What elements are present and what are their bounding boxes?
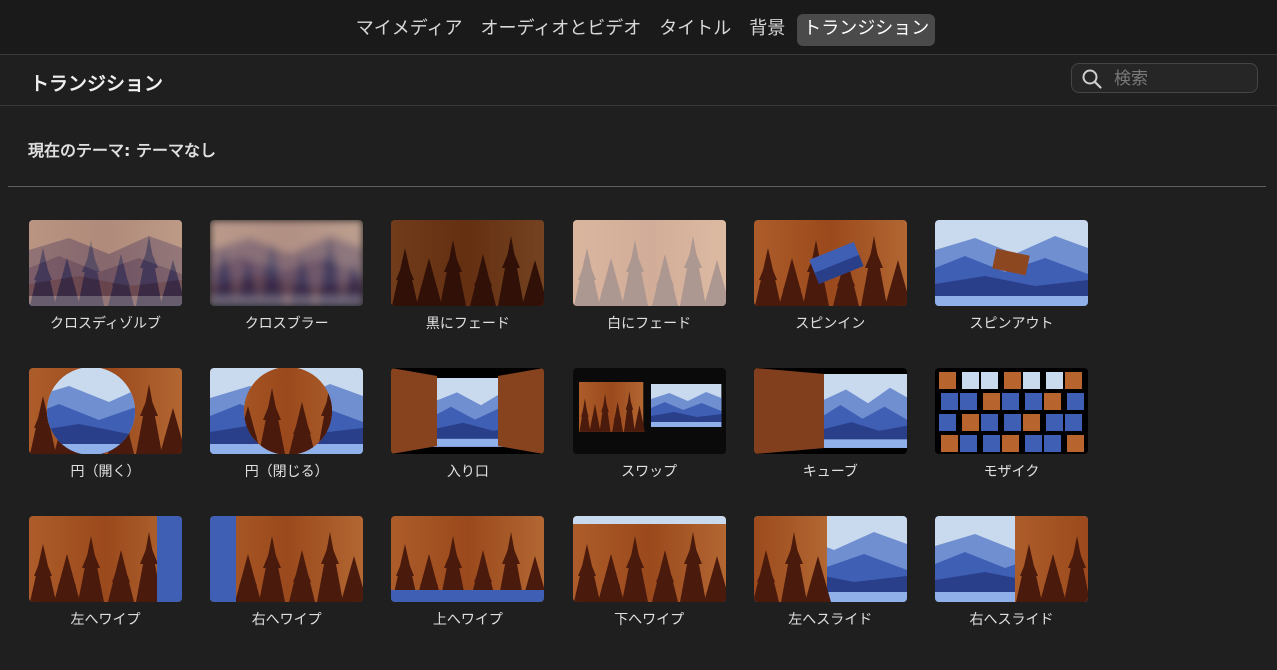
transition-label: スピンアウト	[969, 316, 1054, 332]
transition-item[interactable]: 黒にフェード	[391, 220, 545, 340]
page-title: トランジション	[30, 73, 164, 95]
search-icon	[1082, 69, 1102, 89]
transition-label: 左へスライド	[788, 612, 873, 628]
transition-label: 右へワイプ	[251, 612, 322, 628]
transition-thumbnail[interactable]	[391, 368, 545, 454]
transition-label: クロスブラー	[244, 316, 329, 332]
transition-item[interactable]: クロスブラー	[210, 220, 364, 340]
transition-label: スピンイン	[795, 316, 866, 332]
transition-thumbnail[interactable]	[753, 368, 907, 454]
transition-item[interactable]: 左へスライド	[753, 516, 907, 636]
search-input[interactable]	[1112, 66, 1256, 92]
transition-item[interactable]: 上へワイプ	[391, 516, 545, 636]
browser-tabs: マイメディア オーディオとビデオ タイトル 背景 トランジション	[0, 14, 1277, 46]
tab-transitions[interactable]: トランジション	[797, 14, 936, 46]
transition-thumbnail[interactable]	[935, 516, 1088, 602]
browser-header: トランジション	[0, 55, 1277, 106]
transition-label: モザイク	[983, 464, 1040, 480]
top-toolbar: マイメディア オーディオとビデオ タイトル 背景 トランジション	[0, 0, 1277, 55]
tab-audio-video[interactable]: オーディオとビデオ	[475, 14, 648, 46]
search-field[interactable]	[1071, 63, 1258, 93]
transition-item[interactable]: 右へワイプ	[210, 516, 364, 636]
transition-item[interactable]: スピンアウト	[935, 220, 1088, 340]
transition-thumbnail[interactable]	[29, 516, 182, 602]
transition-item[interactable]: スピンイン	[753, 220, 907, 340]
transition-thumbnail[interactable]	[935, 220, 1088, 306]
transition-item[interactable]: クロスディゾルブ	[29, 220, 182, 340]
transition-item[interactable]: 円（開く）	[29, 368, 182, 488]
transition-item[interactable]: 円（閉じる）	[210, 368, 364, 488]
transition-item[interactable]: 下へワイプ	[572, 516, 726, 636]
transition-label: 入り口	[446, 464, 489, 480]
transition-item[interactable]: スワップ	[572, 368, 726, 488]
transition-thumbnail[interactable]	[29, 220, 182, 306]
transition-item[interactable]: モザイク	[935, 368, 1088, 488]
transition-item[interactable]: 左へワイプ	[29, 516, 182, 636]
transition-item[interactable]: キューブ	[753, 368, 907, 488]
transition-thumbnail[interactable]	[935, 368, 1088, 454]
transition-thumbnail[interactable]	[753, 220, 907, 306]
transition-label: 黒にフェード	[425, 316, 510, 332]
divider	[8, 186, 1266, 187]
current-theme-label: 現在のテーマ: テーマなし	[28, 141, 216, 160]
transition-thumbnail[interactable]	[29, 368, 182, 454]
transition-thumbnail[interactable]	[210, 368, 364, 454]
transition-label: 下へワイプ	[614, 612, 685, 628]
tab-titles[interactable]: タイトル	[653, 14, 737, 46]
transition-thumbnail[interactable]	[572, 220, 726, 306]
transition-label: 上へワイプ	[432, 612, 503, 628]
transition-thumbnail[interactable]	[391, 220, 545, 306]
transition-thumbnail[interactable]	[753, 516, 907, 602]
transition-thumbnail[interactable]	[572, 516, 726, 602]
transition-label: 右へスライド	[969, 612, 1054, 628]
tab-backgrounds[interactable]: 背景	[743, 14, 791, 46]
transition-label: 白にフェード	[607, 316, 692, 332]
transition-label: 円（開く）	[70, 464, 141, 480]
tab-my-media[interactable]: マイメディア	[350, 14, 469, 46]
transition-label: クロスディゾルブ	[49, 316, 162, 332]
transition-item[interactable]: 入り口	[391, 368, 545, 488]
transition-label: 左へワイプ	[70, 612, 141, 628]
transition-thumbnail[interactable]	[572, 368, 726, 454]
transition-label: スワップ	[621, 464, 678, 480]
transition-item[interactable]: 白にフェード	[572, 220, 726, 340]
transition-label: キューブ	[802, 464, 858, 480]
transition-thumbnail[interactable]	[391, 516, 545, 602]
transition-label: 円（閉じる）	[244, 464, 329, 480]
transition-item[interactable]: 右へスライド	[935, 516, 1088, 636]
transition-thumbnail[interactable]	[210, 220, 364, 306]
transition-thumbnail[interactable]	[210, 516, 364, 602]
